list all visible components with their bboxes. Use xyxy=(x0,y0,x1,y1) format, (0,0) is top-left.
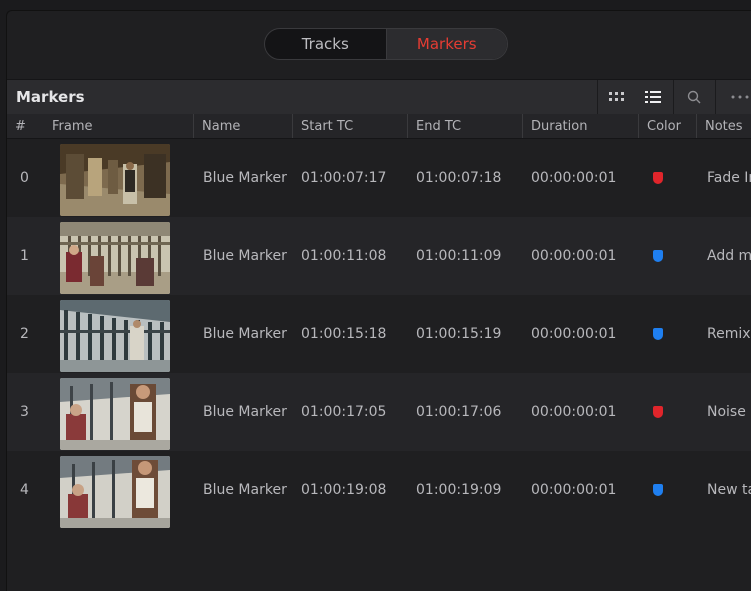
marker-color-swatch[interactable] xyxy=(653,451,663,529)
column-color[interactable]: Color xyxy=(638,114,696,138)
search-button[interactable] xyxy=(673,80,714,114)
table-row[interactable]: 4 Blue Marker 01:00:19:08 01:00:19:09 00… xyxy=(7,451,751,529)
marker-index: 4 xyxy=(20,482,29,498)
marker-start-tc: 01:00:15:18 xyxy=(301,326,387,342)
marker-end-tc: 01:00:07:18 xyxy=(416,170,502,186)
marker-duration: 00:00:00:01 xyxy=(531,248,617,264)
tab-markers[interactable]: Markers xyxy=(385,29,507,59)
marker-duration: 00:00:00:01 xyxy=(531,404,617,420)
marker-index: 2 xyxy=(20,326,29,342)
marker-start-tc: 01:00:11:08 xyxy=(301,248,387,264)
marker-notes: Noise r xyxy=(707,404,751,420)
table-row[interactable]: 0 Blue Marker 01:00:07:17 01:00:07:18 00… xyxy=(7,139,751,217)
more-button[interactable] xyxy=(715,80,751,114)
marker-duration: 00:00:00:01 xyxy=(531,326,617,342)
marker-index: 0 xyxy=(20,170,29,186)
panel-title: Markers xyxy=(16,88,85,106)
marker-start-tc: 01:00:17:05 xyxy=(301,404,387,420)
list-view-button[interactable] xyxy=(635,80,670,114)
list-view-icon xyxy=(644,91,661,103)
marker-color-swatch[interactable] xyxy=(653,373,663,451)
marker-duration: 00:00:00:01 xyxy=(531,170,617,186)
markers-table: 0 Blue Marker 01:00:07:17 01:00:07:18 00… xyxy=(7,139,751,529)
marker-name: Blue Marker xyxy=(203,326,287,342)
column-frame[interactable]: Frame xyxy=(44,114,193,138)
table-row[interactable]: 3 Blue Marker 01:00:17:05 01:00:17:06 00… xyxy=(7,373,751,451)
column-header-row: # Frame Name Start TC End TC Duration Co… xyxy=(7,114,751,139)
frame-thumbnail xyxy=(60,300,170,372)
table-row[interactable]: 2 Blue Marker 01:00:15:18 01:00:15:19 00… xyxy=(7,295,751,373)
column-notes[interactable]: Notes xyxy=(696,114,751,138)
markers-header: Markers xyxy=(7,79,751,115)
view-switcher: Tracks Markers xyxy=(264,28,508,60)
marker-color-swatch[interactable] xyxy=(653,217,663,295)
marker-end-tc: 01:00:11:09 xyxy=(416,248,502,264)
marker-color-swatch[interactable] xyxy=(653,295,663,373)
column-duration[interactable]: Duration xyxy=(522,114,638,138)
marker-end-tc: 01:00:19:09 xyxy=(416,482,502,498)
frame-thumbnail xyxy=(60,144,170,216)
marker-start-tc: 01:00:07:17 xyxy=(301,170,387,186)
more-icon xyxy=(731,95,749,99)
marker-index: 1 xyxy=(20,248,29,264)
marker-duration: 00:00:00:01 xyxy=(531,482,617,498)
marker-notes: New ta xyxy=(707,482,751,498)
marker-notes: Add m xyxy=(707,248,751,264)
frame-thumbnail xyxy=(60,456,170,528)
marker-index: 3 xyxy=(20,404,29,420)
marker-end-tc: 01:00:15:19 xyxy=(416,326,502,342)
column-name[interactable]: Name xyxy=(193,114,292,138)
frame-thumbnail xyxy=(60,378,170,450)
markers-panel: Tracks Markers Markers # Frame Name Star… xyxy=(6,10,751,591)
frame-thumbnail xyxy=(60,222,170,294)
tab-tracks[interactable]: Tracks xyxy=(265,29,386,59)
marker-notes: Fade In xyxy=(707,170,751,186)
grid-view-icon xyxy=(609,92,624,101)
marker-name: Blue Marker xyxy=(203,404,287,420)
table-row[interactable]: 1 Blue Marker 01:00:11:08 01:00:11:09 00… xyxy=(7,217,751,295)
marker-name: Blue Marker xyxy=(203,170,287,186)
column-end-tc[interactable]: End TC xyxy=(407,114,522,138)
search-icon xyxy=(687,90,701,104)
marker-end-tc: 01:00:17:06 xyxy=(416,404,502,420)
column-index[interactable]: # xyxy=(7,114,44,138)
marker-color-swatch[interactable] xyxy=(653,139,663,217)
marker-name: Blue Marker xyxy=(203,248,287,264)
marker-name: Blue Marker xyxy=(203,482,287,498)
marker-notes: Remix xyxy=(707,326,751,342)
grid-view-button[interactable] xyxy=(597,80,636,114)
column-start-tc[interactable]: Start TC xyxy=(292,114,407,138)
marker-start-tc: 01:00:19:08 xyxy=(301,482,387,498)
